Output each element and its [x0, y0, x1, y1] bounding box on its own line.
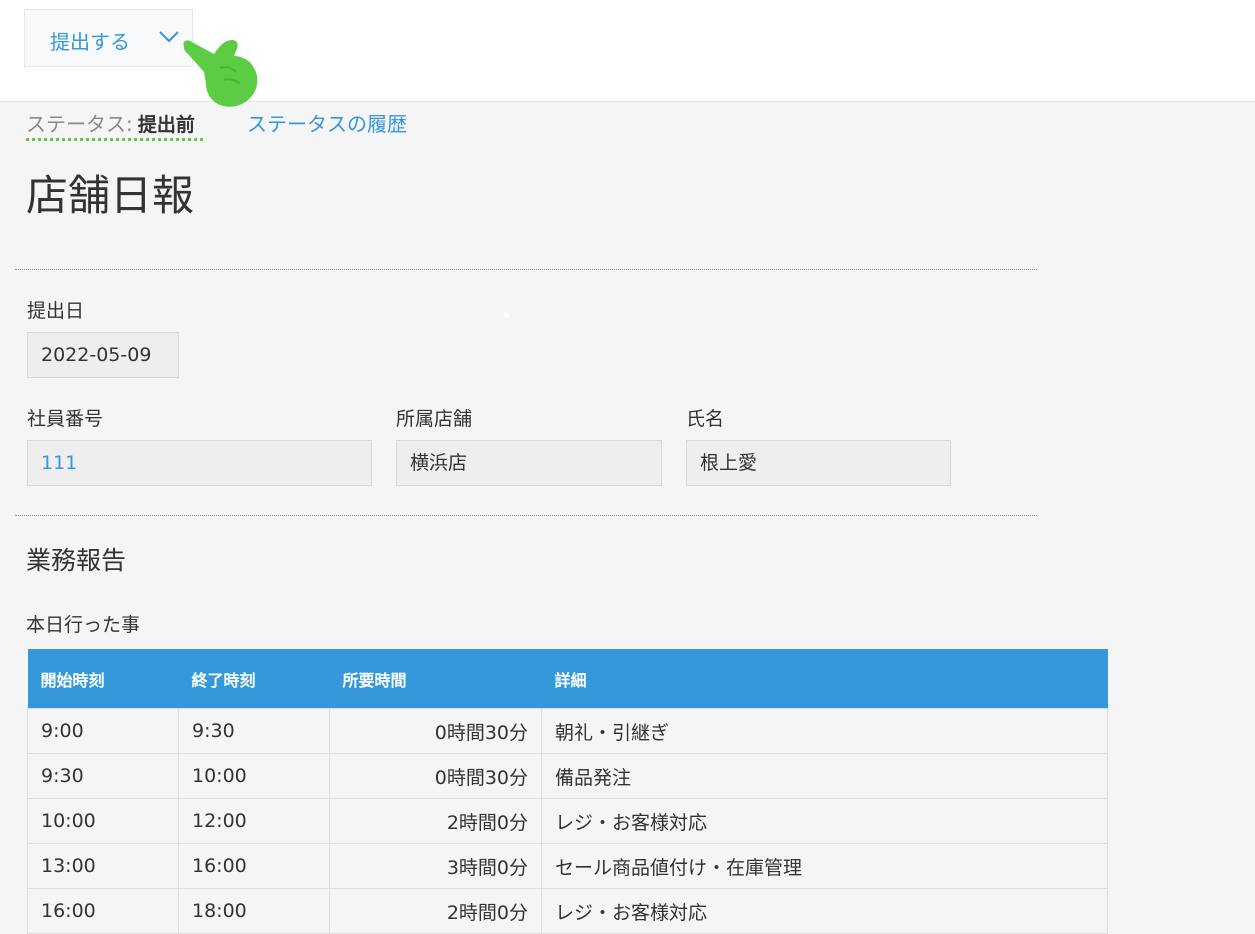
cell-duration: 0時間30分 — [329, 708, 542, 754]
table-row: 9:00 9:30 0時間30分 朝礼・引継ぎ — [27, 708, 1108, 754]
cell-duration: 2時間0分 — [329, 888, 542, 934]
store-label: 所属店舗 — [396, 408, 473, 430]
cell-end: 10:00 — [178, 753, 330, 799]
name-value: 根上愛 — [686, 440, 951, 486]
status-prefix: ステータス: — [26, 112, 133, 136]
cell-end: 16:00 — [178, 843, 330, 889]
pointing-hand-icon — [183, 40, 258, 107]
name-label: 氏名 — [686, 408, 725, 430]
report-table-wrap: 開始時刻 終了時刻 所要時間 詳細 9:00 9:30 0時間30分 朝礼・引継… — [27, 649, 1108, 934]
table-row: 9:30 10:00 0時間30分 備品発注 — [27, 753, 1108, 799]
divider — [15, 269, 1037, 270]
dot-artifact — [504, 313, 509, 318]
cell-detail: レジ・お客様対応 — [541, 888, 1108, 934]
column-header-detail: 詳細 — [541, 649, 1108, 709]
cell-end: 9:30 — [178, 708, 330, 754]
divider — [15, 515, 1037, 516]
cell-detail: 備品発注 — [541, 753, 1108, 799]
cell-detail: 朝礼・引継ぎ — [541, 708, 1108, 754]
cell-start: 9:00 — [27, 708, 179, 754]
cell-duration: 2時間0分 — [329, 798, 542, 844]
cell-duration: 0時間30分 — [329, 753, 542, 799]
page-title: 店舗日報 — [26, 171, 195, 220]
status-value: 提出前 — [137, 114, 195, 136]
submit-action-label: 提出する — [50, 30, 130, 54]
cell-start: 10:00 — [27, 798, 179, 844]
employee-number-label: 社員番号 — [27, 408, 104, 430]
column-header-start: 開始時刻 — [27, 649, 179, 709]
table-row: 16:00 18:00 2時間0分 レジ・お客様対応 — [27, 888, 1108, 934]
submit-action-button[interactable]: 提出する — [24, 9, 193, 67]
table-header-row: 開始時刻 終了時刻 所要時間 詳細 — [27, 649, 1108, 709]
status-history-link[interactable]: ステータスの履歴 — [247, 108, 407, 137]
cell-start: 16:00 — [27, 888, 179, 934]
employee-number-link[interactable]: 111 — [27, 440, 372, 486]
report-table: 開始時刻 終了時刻 所要時間 詳細 9:00 9:30 0時間30分 朝礼・引継… — [27, 649, 1108, 934]
cell-detail: セール商品値付け・在庫管理 — [541, 843, 1108, 889]
store-value: 横浜店 — [396, 440, 662, 486]
table-row: 10:00 12:00 2時間0分 レジ・お客様対応 — [27, 798, 1108, 844]
status-indicator: ステータス: 提出前 — [26, 108, 203, 141]
column-header-duration: 所要時間 — [329, 649, 542, 709]
cell-end: 18:00 — [178, 888, 330, 934]
table-row: 13:00 16:00 3時間0分 セール商品値付け・在庫管理 — [27, 843, 1108, 889]
cell-detail: レジ・お客様対応 — [541, 798, 1108, 844]
cell-start: 9:30 — [27, 753, 179, 799]
cell-start: 13:00 — [27, 843, 179, 889]
table-label: 本日行った事 — [26, 614, 141, 636]
column-header-end: 終了時刻 — [178, 649, 330, 709]
chevron-down-icon — [159, 31, 179, 43]
cell-duration: 3時間0分 — [329, 843, 542, 889]
submit-date-value: 2022-05-09 — [27, 332, 179, 378]
cell-end: 12:00 — [178, 798, 330, 844]
section-title: 業務報告 — [26, 546, 127, 575]
submit-date-label: 提出日 — [27, 300, 85, 322]
